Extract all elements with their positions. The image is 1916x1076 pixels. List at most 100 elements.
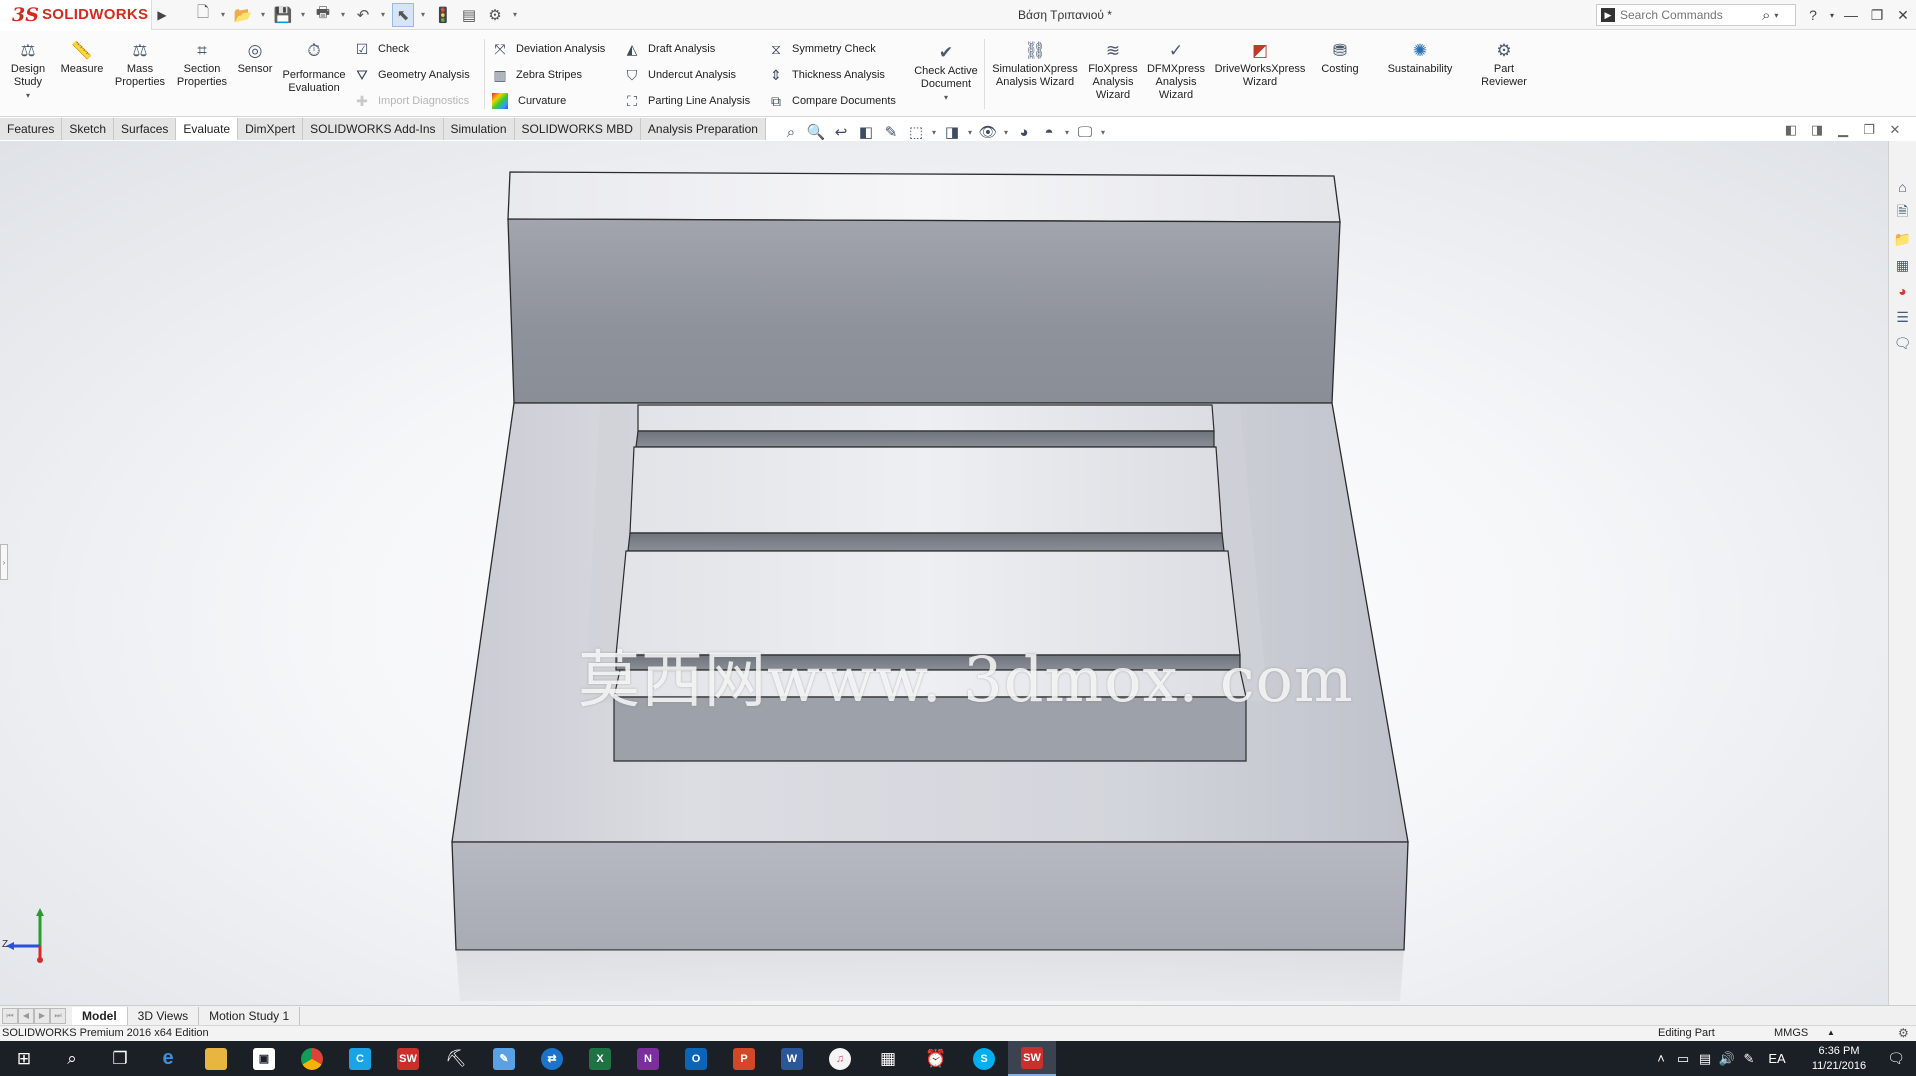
design-study-dropdown-icon[interactable]: ▾ — [26, 89, 30, 102]
zoom-to-area-icon[interactable]: 🔍 — [805, 122, 827, 142]
store-icon[interactable]: ▣ — [240, 1041, 288, 1076]
help-icon[interactable]: ? — [1800, 7, 1826, 23]
tab-dimxpert[interactable]: DimXpert — [238, 118, 304, 140]
hide-show-items-icon[interactable]: 👁 — [977, 122, 999, 142]
chrome-icon[interactable] — [288, 1041, 336, 1076]
hardware-icon[interactable]: ⛏ — [432, 1041, 480, 1076]
geometry-analysis-button[interactable]: ⛛ Geometry Analysis — [352, 65, 470, 85]
file-properties-icon[interactable]: ▤ — [458, 3, 480, 27]
custom-properties-icon[interactable]: ☰ — [1893, 307, 1913, 327]
task-view-icon[interactable]: ❐ — [96, 1041, 144, 1076]
search-commands-input[interactable] — [1620, 8, 1760, 22]
curvature-button[interactable]: Curvature — [490, 91, 566, 111]
file-explorer-icon[interactable] — [192, 1041, 240, 1076]
section-properties-button[interactable]: ⌗ Section Properties — [170, 39, 234, 89]
costing-button[interactable]: ⛃ Costing — [1312, 39, 1368, 76]
tab-motion-study-1[interactable]: Motion Study 1 — [199, 1006, 301, 1025]
new-dropdown-icon[interactable]: ▾ — [218, 10, 228, 19]
display-style-icon[interactable]: ◨ — [941, 122, 963, 142]
sustainability-button[interactable]: ✺ Sustainability — [1378, 39, 1462, 76]
skype-for-business-icon[interactable]: ✎ — [480, 1041, 528, 1076]
viewport-close-icon[interactable]: ✕ — [1886, 122, 1904, 138]
alarms-icon[interactable]: ⏰ — [912, 1041, 960, 1076]
parting-line-analysis-button[interactable]: ⛶ Parting Line Analysis — [622, 91, 750, 111]
undo-dropdown-icon[interactable]: ▾ — [378, 10, 388, 19]
apply-scene-icon[interactable]: ◓ — [1038, 122, 1060, 142]
file-explorer-pane-icon[interactable]: 📁 — [1893, 229, 1913, 249]
previous-view-icon[interactable]: ↩ — [830, 122, 852, 142]
help-dropdown-icon[interactable]: ▾ — [1826, 11, 1838, 20]
design-library-icon[interactable]: 🗎 — [1893, 203, 1913, 223]
symmetry-check-button[interactable]: ⧖ Symmetry Check — [766, 39, 876, 59]
status-bar-options-icon[interactable]: ⚙ — [1898, 1026, 1909, 1040]
solidworks-resources-icon[interactable]: ⌂ — [1893, 177, 1913, 197]
open-dropdown-icon[interactable]: ▾ — [258, 10, 268, 19]
sensor-button[interactable]: ◎ Sensor — [234, 39, 276, 76]
appearances-scenes-icon[interactable]: ◕ — [1893, 281, 1913, 301]
select-dropdown-icon[interactable]: ▾ — [418, 10, 428, 19]
first-tab-icon[interactable]: ⏮ — [2, 1007, 18, 1024]
ccleaner-icon[interactable]: C — [336, 1041, 384, 1076]
view-orientation-dropdown-icon[interactable]: ▾ — [930, 122, 938, 142]
floxpress-button[interactable]: ≋ FloXpress Analysis Wizard — [1084, 39, 1142, 102]
tab-solidworks-mbd[interactable]: SOLIDWORKS MBD — [514, 118, 641, 140]
options-dropdown-icon[interactable]: ▾ — [510, 10, 520, 19]
onenote-icon[interactable]: N — [624, 1041, 672, 1076]
hide-show-dropdown-icon[interactable]: ▾ — [1002, 122, 1010, 142]
save-dropdown-icon[interactable]: ▾ — [298, 10, 308, 19]
language-indicator[interactable]: EA — [1760, 1051, 1794, 1066]
search-icon[interactable]: ⌕ — [1762, 7, 1770, 24]
print-icon[interactable]: 🖶 — [312, 3, 334, 27]
excel-icon[interactable]: X — [576, 1041, 624, 1076]
restore-icon[interactable]: ❐ — [1864, 7, 1890, 24]
tab-3d-views[interactable]: 3D Views — [128, 1006, 200, 1025]
deviation-analysis-button[interactable]: ⤧ Deviation Analysis — [490, 39, 605, 59]
part-reviewer-button[interactable]: ⚙ Part Reviewer — [1472, 39, 1536, 89]
powerpoint-icon[interactable]: P — [720, 1041, 768, 1076]
options-gear-icon[interactable]: ⚙ — [484, 3, 506, 27]
undo-icon[interactable]: ↶ — [352, 3, 374, 27]
skype-icon[interactable]: S — [960, 1041, 1008, 1076]
view-settings-icon[interactable]: 🖵 — [1074, 122, 1096, 142]
select-arrow-icon[interactable]: ⬉ — [392, 2, 414, 27]
battery-icon[interactable]: ▭ — [1672, 1051, 1694, 1067]
tab-features[interactable]: Features — [0, 118, 63, 140]
thickness-analysis-button[interactable]: ⇕ Thickness Analysis — [766, 65, 885, 85]
check-active-document-dropdown-icon[interactable]: ▾ — [944, 91, 948, 104]
next-tab-icon[interactable]: ▶ — [34, 1007, 50, 1024]
close-icon[interactable]: ✕ — [1890, 7, 1916, 24]
draft-analysis-button[interactable]: ◭ Draft Analysis — [622, 39, 716, 59]
dynamic-annotation-icon[interactable]: ✎ — [880, 122, 902, 142]
display-style-dropdown-icon[interactable]: ▾ — [966, 122, 974, 142]
solidworks-icon[interactable]: SW — [384, 1041, 432, 1076]
unit-system-selector[interactable]: MMGS — [1774, 1027, 1808, 1039]
last-tab-icon[interactable]: ⏭ — [50, 1007, 66, 1024]
viewport-restore-icon[interactable]: ❐ — [1860, 122, 1878, 138]
view-palette-icon[interactable]: ▦ — [1893, 255, 1913, 275]
solidworks-logo[interactable]: 3S SOLIDWORKS — [0, 0, 152, 30]
previous-tab-icon[interactable]: ◀ — [18, 1007, 34, 1024]
import-diagnostics-button[interactable]: ✚ Import Diagnostics — [352, 91, 469, 111]
show-hidden-icons-icon[interactable]: ˄ — [1650, 1051, 1672, 1066]
performance-evaluation-button[interactable]: ⏱ Performance Evaluation — [278, 39, 350, 95]
apply-scene-dropdown-icon[interactable]: ▾ — [1063, 122, 1071, 142]
undercut-analysis-button[interactable]: ⛉ Undercut Analysis — [622, 65, 736, 85]
view-settings-dropdown-icon[interactable]: ▾ — [1099, 122, 1107, 142]
solidworks-forum-icon[interactable]: 🗨 — [1893, 333, 1913, 353]
tab-evaluate[interactable]: Evaluate — [176, 118, 239, 140]
tab-simulation[interactable]: Simulation — [443, 118, 515, 140]
action-center-icon[interactable]: 🗨 — [1876, 1050, 1916, 1067]
start-icon[interactable]: ⊞ — [0, 1041, 48, 1076]
check-active-document-button[interactable]: ✔ Check Active Document ▾ — [908, 41, 984, 104]
simulationxpress-button[interactable]: ⛓ SimulationXpress Analysis Wizard — [986, 39, 1084, 89]
tab-solidworks-add-ins[interactable]: SOLIDWORKS Add-Ins — [303, 118, 444, 140]
teamviewer-icon[interactable]: ⇄ — [528, 1041, 576, 1076]
search-icon[interactable]: ⌕ — [48, 1041, 96, 1076]
viewport-minimize-icon[interactable]: ▁ — [1834, 122, 1852, 138]
zoom-to-fit-icon[interactable]: ⌕ — [780, 122, 802, 142]
tab-surfaces[interactable]: Surfaces — [114, 118, 177, 140]
print-dropdown-icon[interactable]: ▾ — [338, 10, 348, 19]
word-icon[interactable]: W — [768, 1041, 816, 1076]
compare-documents-button[interactable]: ⧉ Compare Documents — [766, 91, 896, 111]
volume-icon[interactable]: 🔊 — [1716, 1051, 1738, 1067]
